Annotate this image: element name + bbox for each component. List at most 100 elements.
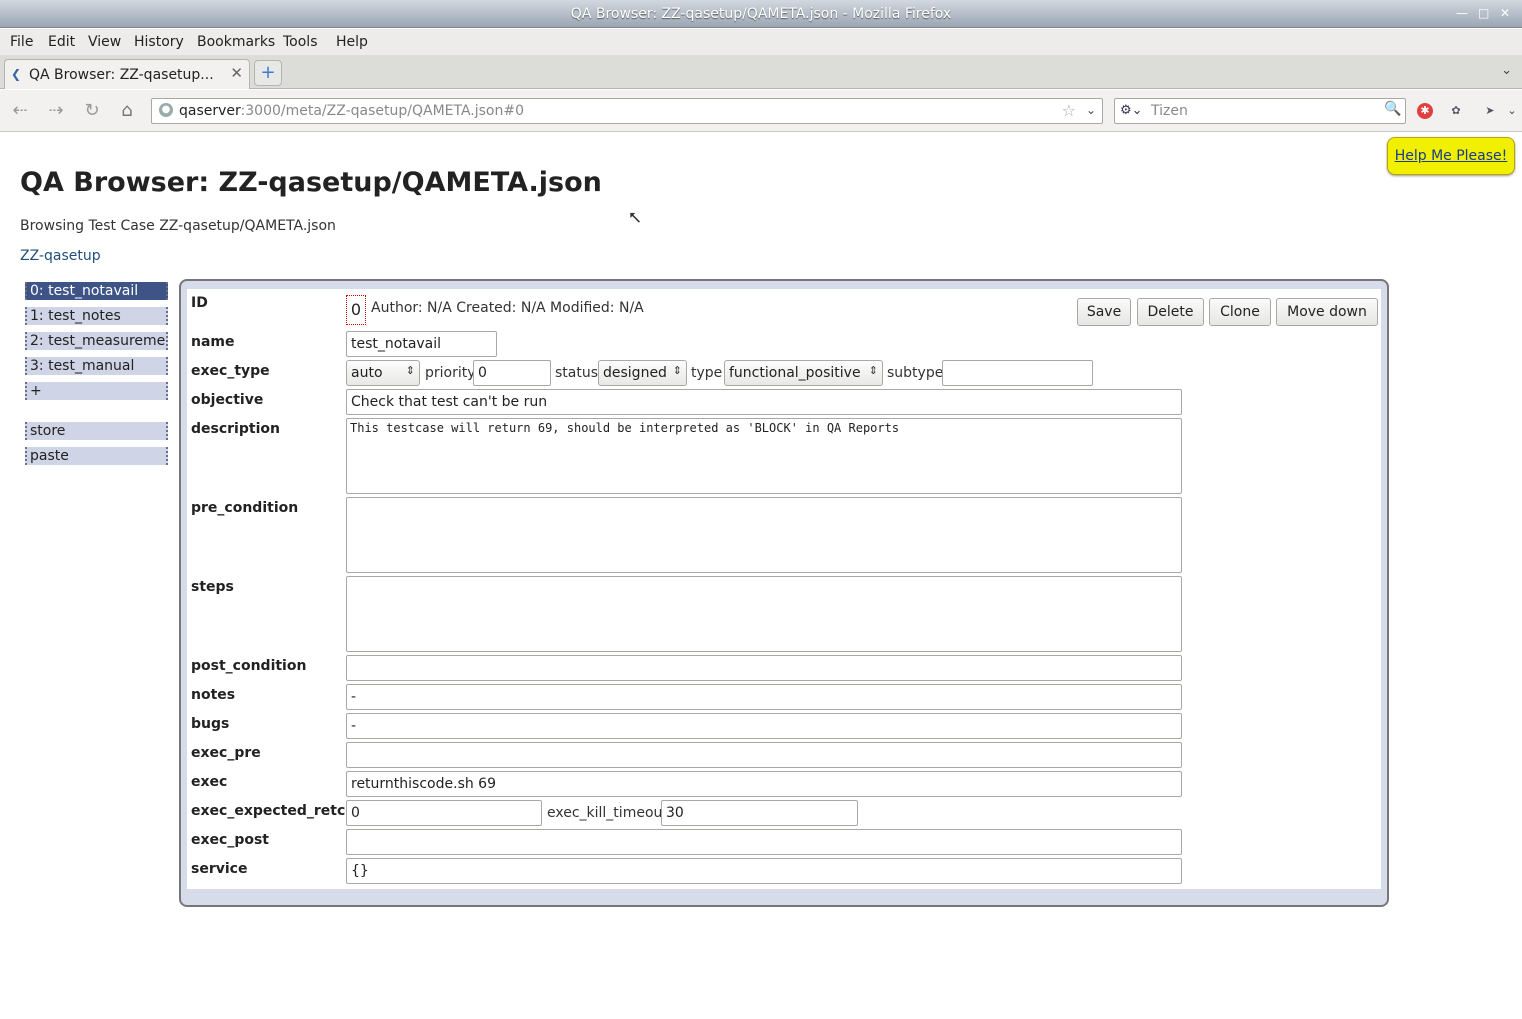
- label-service: service: [191, 861, 248, 877]
- menu-history[interactable]: History: [134, 34, 184, 50]
- exec-pre-input[interactable]: [346, 742, 1182, 768]
- url-path: :3000/meta/ZZ-qasetup/QAMETA.json#0: [240, 103, 524, 119]
- label-objective: objective: [191, 392, 264, 408]
- meta-info: Author: N/A Created: N/A Modified: N/A: [371, 300, 644, 316]
- url-text[interactable]: qaserver:3000/meta/ZZ-qasetup/QAMETA.jso…: [179, 103, 524, 119]
- search-bar[interactable]: ⚙⌄ Tizen 🔍: [1114, 98, 1406, 124]
- mouse-cursor-icon: ⭦: [629, 208, 641, 229]
- label-notes: notes: [191, 687, 236, 703]
- close-window-icon[interactable]: ✕: [1500, 6, 1510, 20]
- star-icon[interactable]: ☆: [1062, 101, 1076, 120]
- save-button[interactable]: Save: [1077, 298, 1131, 326]
- menu-bar: File Edit View History Bookmarks Tools H…: [0, 29, 1522, 55]
- label-bugs: bugs: [191, 716, 230, 732]
- addon-menu-icon[interactable]: ➤: [1482, 103, 1498, 119]
- label-subtype: subtype: [887, 365, 944, 381]
- help-button[interactable]: Help Me Please!: [1387, 137, 1515, 175]
- url-dropdown-icon[interactable]: ⌄: [1086, 103, 1096, 117]
- label-name: name: [191, 334, 235, 350]
- name-input[interactable]: test_notavail: [346, 331, 497, 357]
- sidebar-add-button[interactable]: +: [25, 382, 168, 400]
- steps-textarea[interactable]: [346, 576, 1182, 652]
- select-arrows-icon: ⇕: [405, 364, 415, 377]
- sidebar-item-test-measurement[interactable]: 2: test_measurement: [25, 332, 168, 350]
- label-exec-type: exec_type: [191, 363, 270, 379]
- menu-help[interactable]: Help: [336, 34, 368, 50]
- exec-input[interactable]: returnthiscode.sh 69: [346, 771, 1182, 797]
- back-arrow-icon[interactable]: ⇠: [8, 99, 32, 123]
- minimize-icon[interactable]: —: [1456, 6, 1468, 20]
- navigation-toolbar: ⇠ ⇢ ↻ ⌂ ● qaserver:3000/meta/ZZ-qasetup/…: [0, 90, 1522, 132]
- maximize-icon[interactable]: □: [1478, 6, 1489, 20]
- notes-input[interactable]: -: [346, 684, 1182, 710]
- tab-label: QA Browser: ZZ-qasetup...: [29, 67, 214, 83]
- search-engine-icon[interactable]: ⚙⌄: [1120, 103, 1143, 118]
- status-value: designed: [603, 365, 667, 381]
- tab-bar: ❮ QA Browser: ZZ-qasetup... ✕ + ⌄: [0, 55, 1522, 89]
- tab-close-icon[interactable]: ✕: [230, 64, 243, 82]
- menu-file[interactable]: File: [10, 34, 33, 50]
- site-identity-icon[interactable]: ●: [159, 103, 173, 117]
- sidebar-paste-button[interactable]: paste: [25, 447, 168, 465]
- post-condition-input[interactable]: [346, 655, 1182, 681]
- exec-post-input[interactable]: [346, 829, 1182, 855]
- page-title: QA Browser: ZZ-qasetup/QAMETA.json: [20, 167, 602, 198]
- menu-tools[interactable]: Tools: [283, 34, 318, 50]
- label-description: description: [191, 421, 280, 437]
- label-post-condition: post_condition: [191, 658, 307, 674]
- label-exec: exec: [191, 774, 228, 790]
- tab-list-chevron-icon[interactable]: ⌄: [1501, 63, 1512, 78]
- service-input[interactable]: {}: [346, 858, 1182, 884]
- description-textarea[interactable]: This testcase will return 69, should be …: [346, 418, 1182, 494]
- move-down-button[interactable]: Move down: [1276, 298, 1378, 326]
- type-select[interactable]: functional_positive ⇕: [724, 360, 883, 386]
- sidebar-item-test-notes[interactable]: 1: test_notes: [25, 307, 168, 325]
- exec-kill-timeout-input[interactable]: 30: [661, 800, 858, 826]
- objective-input[interactable]: Check that test can't be run: [346, 389, 1182, 415]
- sidebar-store-button[interactable]: store: [25, 422, 168, 440]
- menu-edit[interactable]: Edit: [48, 34, 75, 50]
- page-subtitle: Browsing Test Case ZZ-qasetup/QAMETA.jso…: [20, 218, 336, 234]
- sidebar-item-test-manual[interactable]: 3: test_manual: [25, 357, 168, 375]
- addon-red-icon[interactable]: ✱: [1417, 103, 1433, 119]
- label-type: type: [691, 365, 723, 381]
- window-titlebar: QA Browser: ZZ-qasetup/QAMETA.json - Moz…: [0, 0, 1522, 28]
- tab-qa-browser[interactable]: ❮ QA Browser: ZZ-qasetup... ✕: [4, 59, 250, 89]
- label-steps: steps: [191, 579, 234, 595]
- home-icon[interactable]: ⌂: [115, 99, 139, 123]
- url-host: qaserver: [179, 103, 241, 119]
- url-bar[interactable]: ● qaserver:3000/meta/ZZ-qasetup/QAMETA.j…: [151, 98, 1103, 124]
- priority-input[interactable]: 0: [473, 360, 551, 386]
- select-arrows-icon: ⇕: [868, 364, 878, 377]
- test-case-panel: ID 0 Author: N/A Created: N/A Modified: …: [179, 279, 1389, 907]
- menu-view[interactable]: View: [88, 34, 121, 50]
- addon-gear-icon[interactable]: ✿: [1448, 103, 1464, 119]
- exec-type-value: auto: [351, 365, 383, 381]
- status-select[interactable]: designed ⇕: [598, 360, 687, 386]
- pre-condition-textarea[interactable]: [346, 497, 1182, 573]
- id-value[interactable]: 0: [346, 295, 366, 325]
- qa-favicon-icon: ❮: [11, 67, 22, 81]
- forward-arrow-icon[interactable]: ⇢: [44, 99, 68, 123]
- label-exec-expected-retcode: exec_expected_retcod: [191, 803, 346, 819]
- search-placeholder: Tizen: [1151, 103, 1188, 119]
- window-title: QA Browser: ZZ-qasetup/QAMETA.json - Moz…: [570, 6, 952, 22]
- new-tab-button[interactable]: +: [254, 60, 282, 86]
- exec-expected-retcode-input[interactable]: 0: [346, 800, 542, 826]
- label-exec-pre: exec_pre: [191, 745, 261, 761]
- menu-bookmarks[interactable]: Bookmarks: [197, 34, 275, 50]
- sidebar-item-test-notavail[interactable]: 0: test_notavail: [25, 282, 168, 300]
- test-case-form: ID 0 Author: N/A Created: N/A Modified: …: [187, 289, 1381, 889]
- reload-icon[interactable]: ↻: [80, 99, 104, 123]
- addon-dropdown-icon[interactable]: ⌄: [1504, 103, 1520, 119]
- exec-type-select[interactable]: auto ⇕: [346, 360, 420, 386]
- breadcrumb-link[interactable]: ZZ-qasetup: [20, 248, 101, 264]
- bugs-input[interactable]: -: [346, 713, 1182, 739]
- label-status: status: [555, 365, 599, 381]
- label-exec-kill-timeout: exec_kill_timeout: [547, 805, 668, 821]
- subtype-input[interactable]: [942, 360, 1093, 386]
- delete-button[interactable]: Delete: [1137, 298, 1204, 326]
- magnifier-icon[interactable]: 🔍: [1383, 101, 1403, 121]
- clone-button[interactable]: Clone: [1209, 298, 1271, 326]
- label-pre-condition: pre_condition: [191, 500, 299, 516]
